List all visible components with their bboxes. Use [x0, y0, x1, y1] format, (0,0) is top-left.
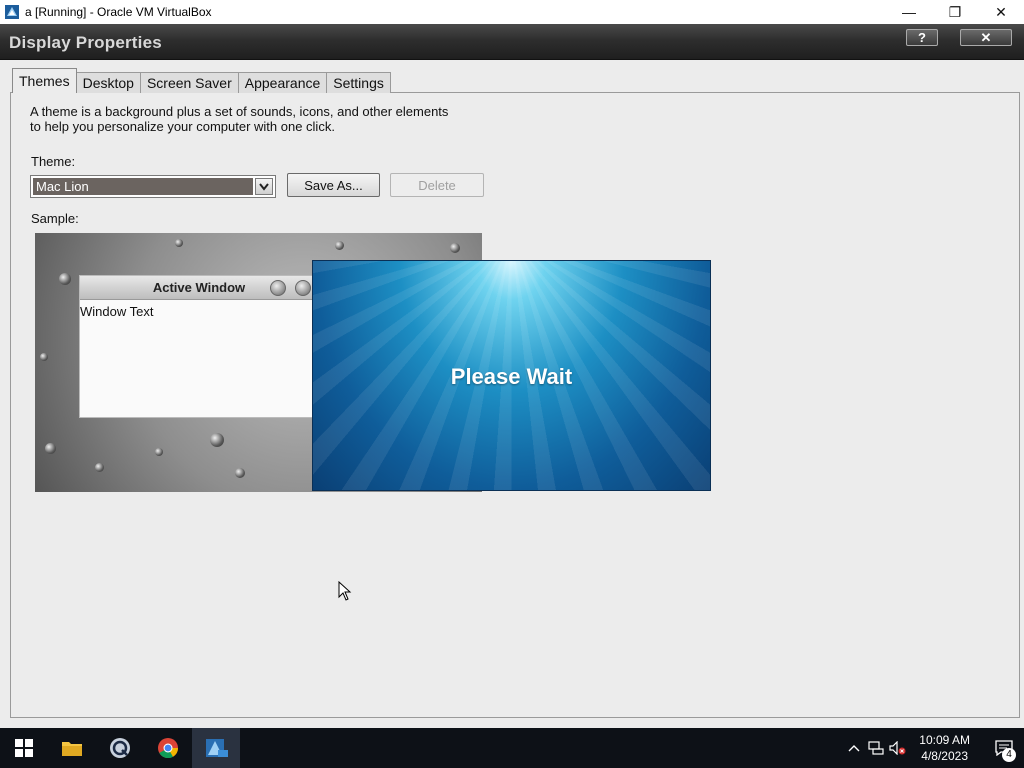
water-drop	[210, 433, 224, 447]
chevron-down-icon[interactable]	[255, 178, 273, 195]
dialog-close-button[interactable]: ✕	[960, 29, 1012, 46]
start-button[interactable]	[0, 728, 48, 768]
qt-icon	[110, 738, 130, 758]
virtualbox-icon	[206, 739, 228, 757]
tab-settings[interactable]: Settings	[326, 72, 391, 93]
please-wait-overlay: Please Wait	[312, 260, 711, 491]
notification-count-badge: 4	[1002, 748, 1016, 762]
guest-screen: Display Properties ? ✕ Themes Desktop Sc…	[0, 24, 1024, 728]
please-wait-message: Please Wait	[450, 364, 573, 389]
description-line-2: to help you personalize your computer wi…	[30, 119, 335, 134]
tab-screen-saver[interactable]: Screen Saver	[139, 72, 239, 93]
clock-date: 4/8/2023	[921, 749, 968, 763]
help-icon: ?	[918, 30, 926, 45]
water-drop	[235, 468, 245, 478]
tab-appearance[interactable]: Appearance	[237, 72, 328, 93]
theme-label: Theme:	[31, 154, 76, 169]
sample-window-title-text: Active Window	[152, 280, 246, 295]
chrome-button[interactable]	[144, 728, 192, 768]
dialog-titlebar: Display Properties ? ✕	[0, 24, 1024, 60]
tab-strip: Themes Desktop Screen Saver Appearance S…	[12, 68, 391, 93]
tab-themes[interactable]: Themes	[12, 68, 77, 93]
restore-icon: ❐	[948, 3, 962, 20]
water-drop	[45, 443, 56, 454]
sample-active-window: Active Window Window Text	[79, 275, 319, 418]
action-center-button[interactable]: 4	[984, 728, 1024, 768]
virtualbox-taskbar-button[interactable]	[192, 728, 240, 768]
volume-muted-icon[interactable]	[887, 728, 909, 768]
water-drop	[155, 448, 163, 456]
close-button[interactable]: ✕	[978, 0, 1024, 24]
water-drop	[95, 463, 104, 472]
theme-description: A theme is a background plus a set of so…	[30, 104, 500, 134]
close-icon: ✕	[980, 29, 992, 45]
sample-window-title: Active Window	[80, 276, 318, 300]
water-drop	[450, 243, 460, 253]
minimize-icon: —	[902, 4, 916, 20]
window-button-icon	[295, 280, 311, 296]
window-button-icon	[270, 280, 286, 296]
theme-dropdown-value: Mac Lion	[33, 178, 253, 195]
minimize-button[interactable]: —	[886, 0, 932, 24]
network-icon[interactable]	[865, 728, 887, 768]
qt-app-button[interactable]	[96, 728, 144, 768]
description-line-1: A theme is a background plus a set of so…	[30, 104, 449, 119]
host-window-title: a [Running] - Oracle VM VirtualBox	[25, 5, 212, 19]
water-drop	[335, 241, 344, 250]
sample-window-text: Window Text	[80, 304, 154, 319]
theme-dropdown[interactable]: Mac Lion	[30, 175, 276, 198]
help-button[interactable]: ?	[906, 29, 938, 46]
save-as-button[interactable]: Save As...	[287, 173, 380, 197]
host-titlebar: a [Running] - Oracle VM VirtualBox — ❐ ✕	[0, 0, 1024, 24]
water-drop	[40, 353, 48, 361]
clock-time: 10:09 AM	[919, 733, 970, 747]
taskbar-clock[interactable]: 10:09 AM 4/8/2023	[919, 732, 970, 764]
delete-button[interactable]: Delete	[390, 173, 484, 197]
close-icon: ✕	[995, 3, 1007, 20]
chrome-icon	[158, 738, 179, 759]
chevron-up-icon[interactable]	[843, 728, 865, 768]
dialog-title: Display Properties	[9, 33, 162, 52]
file-explorer-button[interactable]	[48, 728, 96, 768]
water-drop	[175, 239, 183, 247]
tab-desktop[interactable]: Desktop	[75, 72, 141, 93]
restore-button[interactable]: ❐	[932, 0, 978, 24]
virtualbox-icon	[4, 4, 20, 20]
water-drop	[59, 273, 71, 285]
windows-logo-icon	[15, 739, 33, 757]
sample-label: Sample:	[31, 211, 79, 226]
system-tray: 10:09 AM 4/8/2023 4	[843, 728, 1024, 768]
folder-icon	[62, 742, 82, 756]
taskbar: 10:09 AM 4/8/2023 4	[0, 728, 1024, 768]
